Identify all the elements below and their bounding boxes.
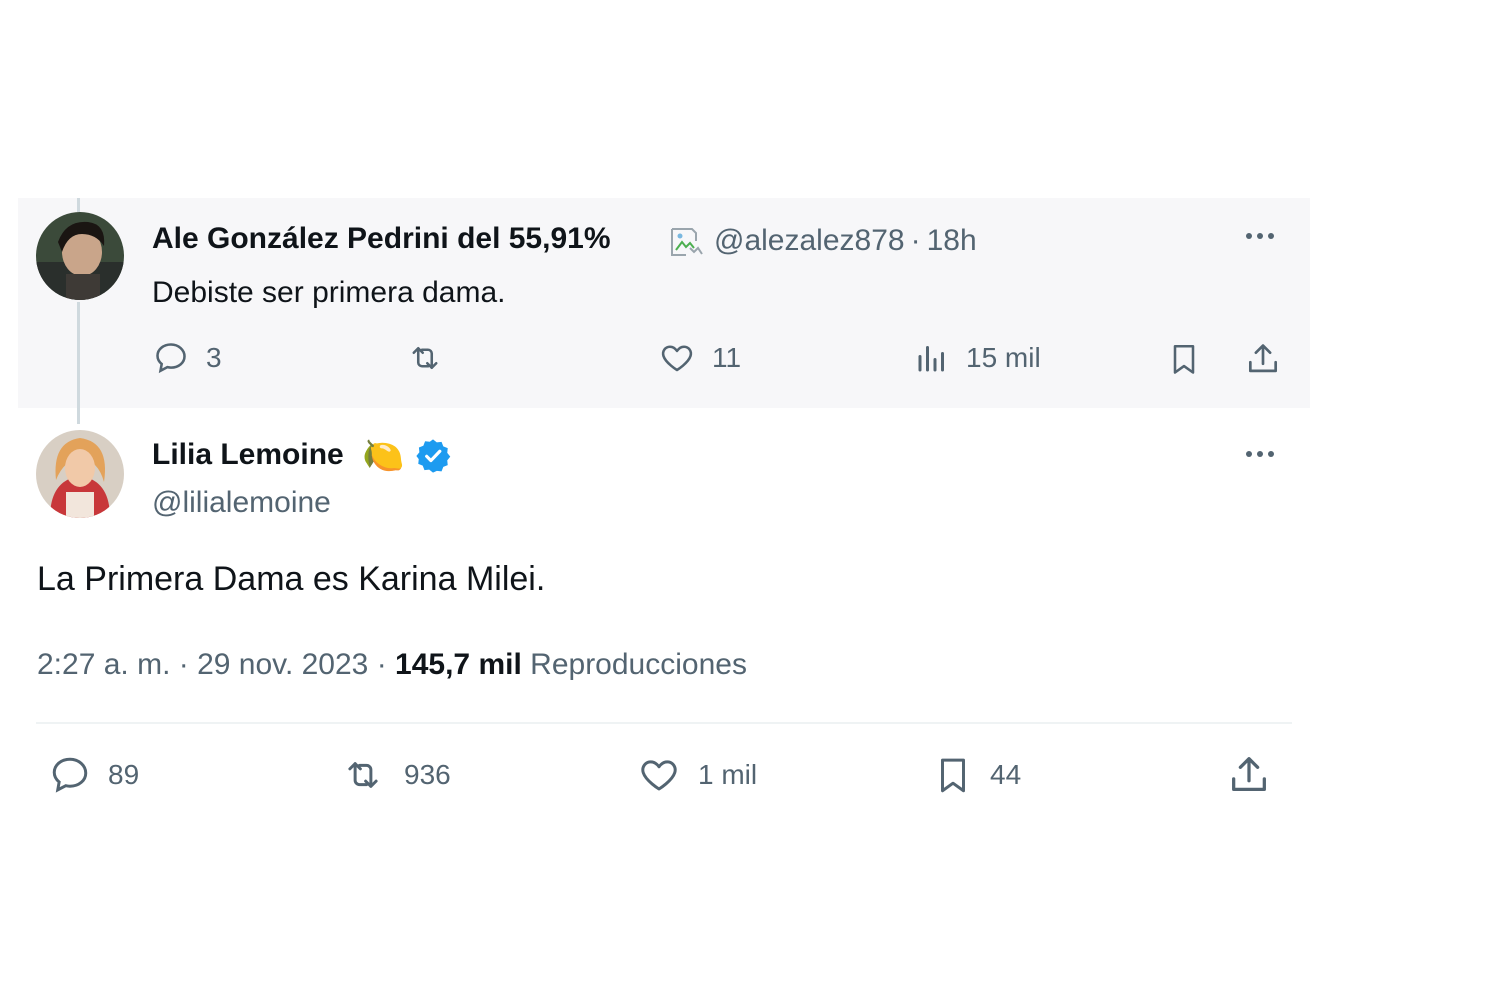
- meta-separator: ·: [178, 648, 189, 681]
- thread-line: [77, 302, 80, 424]
- main-share-button[interactable]: [1226, 752, 1272, 798]
- main-views-count: 145,7 mil: [395, 648, 522, 681]
- main-bookmark-button[interactable]: 44: [932, 752, 1021, 798]
- parent-author-name[interactable]: Ale González Pedrini del 55,91%: [152, 222, 611, 256]
- bookmark-icon: [941, 758, 965, 793]
- parent-share-button[interactable]: [1244, 340, 1282, 378]
- parent-like-button[interactable]: 11: [658, 340, 741, 376]
- parent-like-count: 11: [712, 342, 742, 373]
- lemon-emoji: 🍋: [362, 437, 405, 475]
- main-retweet-count: 936: [404, 759, 451, 790]
- broken-image-icon: [670, 226, 704, 256]
- meta-separator: ·: [376, 648, 387, 681]
- meta-separator: ·: [910, 224, 921, 257]
- main-bookmark-count: 44: [990, 759, 1022, 790]
- parent-views-button[interactable]: 15 mil: [914, 340, 1041, 376]
- divider: [36, 722, 1292, 724]
- parent-more-icon[interactable]: [1240, 226, 1280, 246]
- main-time[interactable]: 2:27 a. m.: [37, 648, 170, 681]
- parent-reply-count: 3: [206, 342, 222, 373]
- parent-reply-button[interactable]: 3: [152, 340, 222, 376]
- main-date[interactable]: 29 nov. 2023: [197, 648, 368, 681]
- reply-icon: [52, 757, 88, 793]
- main-like-button[interactable]: 1 mil: [636, 754, 757, 796]
- main-more-icon[interactable]: [1240, 444, 1280, 464]
- parent-handle[interactable]: @alezalez878: [714, 224, 905, 258]
- parent-retweet-button[interactable]: [404, 340, 462, 376]
- reply-icon: [156, 343, 186, 374]
- main-tweet-text: La Primera Dama es Karina Milei.: [37, 560, 546, 598]
- main-author-name[interactable]: Lilia Lemoine: [152, 438, 344, 472]
- main-reply-button[interactable]: 89: [48, 754, 139, 796]
- parent-bookmark-button[interactable]: [1166, 340, 1202, 378]
- main-author-name-text: Lilia Lemoine: [152, 438, 344, 471]
- retweet-icon: [348, 762, 378, 788]
- parent-meta: @alezalez878 · 18h: [658, 224, 977, 258]
- views-icon: [918, 346, 944, 372]
- retweet-icon: [412, 346, 438, 370]
- share-icon: [1232, 757, 1266, 792]
- verified-badge-icon[interactable]: [414, 437, 452, 475]
- parent-views-count: 15 mil: [966, 342, 1041, 373]
- parent-avatar[interactable]: [36, 212, 124, 300]
- main-views-label[interactable]: Reproducciones: [530, 648, 747, 681]
- bookmark-icon: [1173, 344, 1195, 374]
- parent-tweet-text: Debiste ser primera dama.: [152, 276, 506, 309]
- parent-time[interactable]: 18h: [927, 224, 977, 258]
- share-icon: [1248, 344, 1278, 373]
- heart-icon: [661, 345, 693, 372]
- heart-icon: [641, 760, 677, 791]
- main-tweet-meta: 2:27 a. m. · 29 nov. 2023 · 145,7 mil Re…: [37, 648, 747, 682]
- main-like-count: 1 mil: [698, 759, 758, 790]
- main-handle[interactable]: @lilialemoine: [152, 486, 331, 520]
- main-retweet-button[interactable]: 936: [338, 754, 451, 796]
- main-avatar[interactable]: [36, 430, 124, 518]
- main-reply-count: 89: [108, 759, 140, 790]
- thread-line: [77, 198, 80, 212]
